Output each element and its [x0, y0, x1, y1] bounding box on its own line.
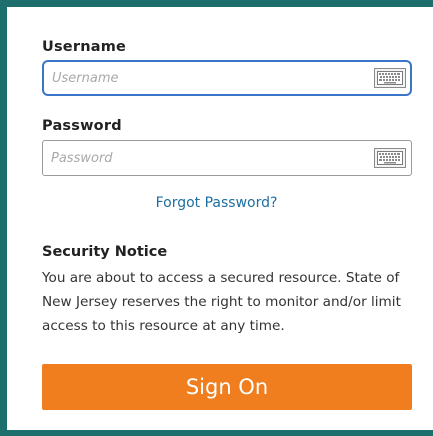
security-notice-body: You are about to access a secured resour…: [42, 270, 401, 334]
frame-border-bottom: [0, 430, 433, 436]
sign-on-button[interactable]: Sign On: [42, 364, 412, 410]
keyboard-icon[interactable]: [374, 148, 406, 168]
password-field[interactable]: [42, 140, 412, 176]
login-frame: Username Username Password Forgot Passwo…: [0, 0, 433, 436]
forgot-password-link[interactable]: Forgot Password?: [0, 195, 433, 211]
keyboard-icon[interactable]: [374, 68, 406, 88]
frame-border-top: [0, 0, 433, 7]
frame-border-left: [0, 0, 7, 436]
password-label: Password: [42, 118, 122, 134]
password-input[interactable]: [51, 141, 361, 175]
security-notice-title: Security Notice: [42, 244, 168, 260]
username-label: Username: [42, 39, 127, 55]
username-input[interactable]: [52, 62, 362, 94]
username-field[interactable]: [42, 60, 412, 96]
